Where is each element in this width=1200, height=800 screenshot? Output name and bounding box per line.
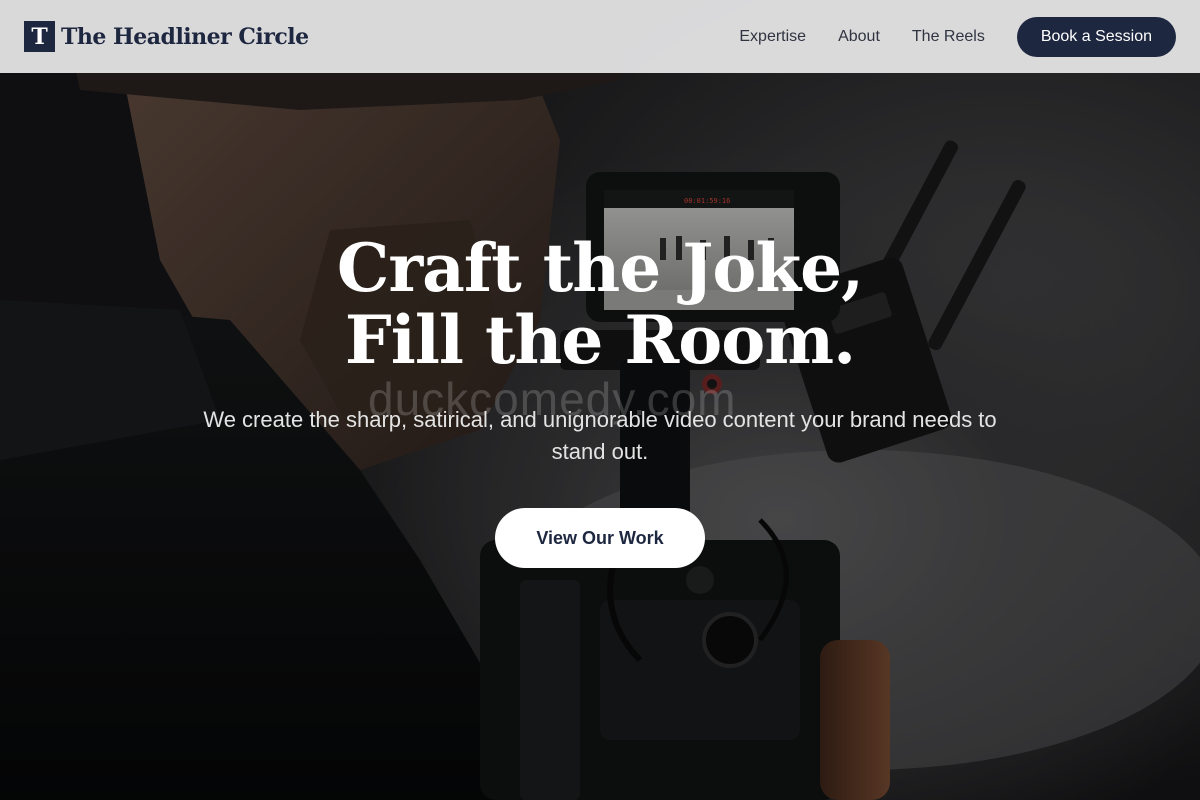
top-navigation: T The Headliner Circle Expertise About T… [0, 0, 1200, 73]
book-a-session-button[interactable]: Book a Session [1016, 16, 1176, 57]
nav-link-the-reels[interactable]: The Reels [912, 28, 985, 46]
nav-links: Expertise About The Reels Book a Session [739, 16, 1176, 57]
hero-headline: Craft the Joke, Fill the Room. [0, 232, 1200, 376]
brand-logo[interactable]: T The Headliner Circle [24, 21, 309, 52]
nav-link-expertise[interactable]: Expertise [739, 28, 806, 46]
hero-headline-line-2: Fill the Room. [344, 301, 856, 379]
hero-headline-line-1: Craft the Joke, [336, 229, 864, 307]
brand-name: The Headliner Circle [61, 23, 309, 50]
view-our-work-button[interactable]: View Our Work [495, 508, 705, 568]
letter-t-logo-icon: T [24, 21, 55, 52]
hero-content: Craft the Joke, Fill the Room. We create… [0, 232, 1200, 568]
hero-subheading: We create the sharp, satirical, and unig… [203, 407, 997, 464]
nav-link-about[interactable]: About [838, 28, 880, 46]
